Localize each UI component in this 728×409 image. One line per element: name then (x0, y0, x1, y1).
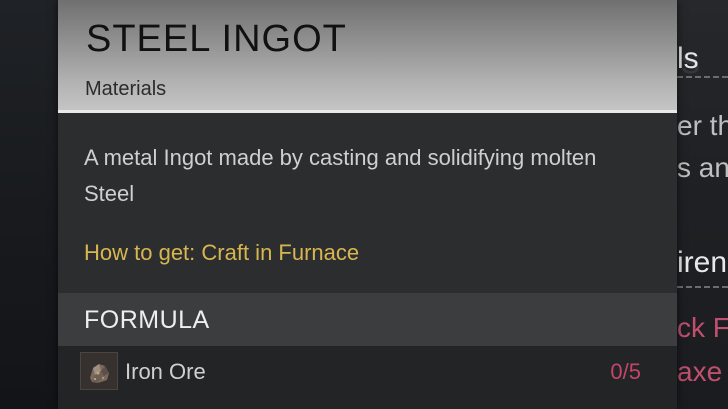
tooltip-body: A metal Ingot made by casting and solidi… (58, 113, 677, 293)
background-divider (677, 286, 728, 288)
background-requirements-heading: iren (677, 246, 728, 279)
formula-title: FORMULA (84, 306, 210, 334)
background-details-heading: ls (677, 42, 699, 75)
ingredient-row: Iron Ore 0/5 (58, 346, 677, 409)
formula-header: FORMULA (58, 293, 677, 346)
background-text-line: er th (677, 110, 728, 141)
tooltip-header: STEEL INGOT Materials (58, 0, 677, 113)
item-title: STEEL INGOT (86, 18, 347, 60)
background-link[interactable]: ck F (677, 312, 728, 344)
item-description: A metal Ingot made by casting and solidi… (84, 145, 597, 206)
background-panel-fragment: ls er th s and iren ck F axe (677, 0, 728, 409)
item-tooltip: STEEL INGOT Materials A metal Ingot made… (58, 0, 677, 409)
ingredient-count: 0/5 (610, 359, 641, 384)
how-to-get-text: How to get: Craft in Furnace (84, 240, 360, 265)
item-category: Materials (85, 78, 167, 100)
background-divider (677, 76, 728, 78)
iron-ore-icon (80, 352, 118, 390)
background-link[interactable]: axe (677, 356, 722, 388)
background-left (0, 0, 58, 409)
background-text-line: s and (677, 152, 728, 183)
ingredient-name: Iron Ore (125, 359, 206, 384)
